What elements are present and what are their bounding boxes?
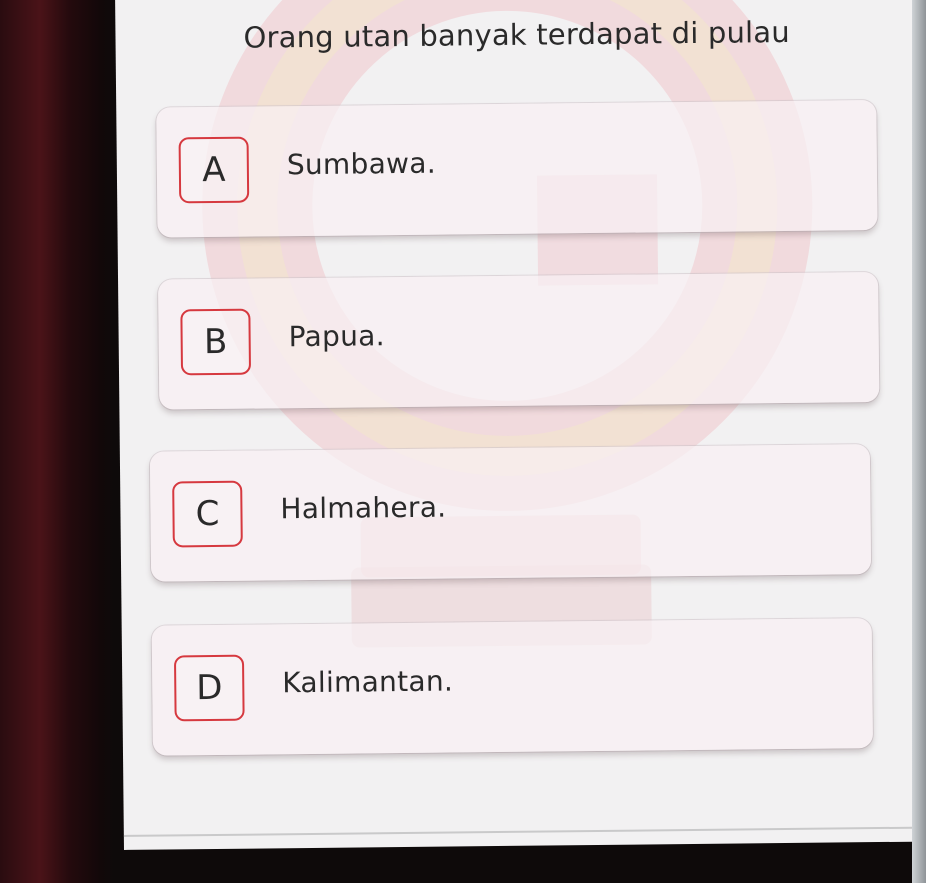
option-label: Sumbawa. <box>286 146 437 182</box>
device-bezel <box>912 0 926 883</box>
option-label: Halmahera. <box>280 490 447 526</box>
question-text: Orang utan banyak terdapat di pulau <box>243 14 791 55</box>
answer-option-a[interactable]: A Sumbawa. <box>156 100 878 238</box>
option-label: Papua. <box>288 319 385 354</box>
quiz-screen: Orang utan banyak terdapat di pulau A Su… <box>115 0 924 850</box>
answer-option-c[interactable]: C Halmahera. <box>149 444 872 582</box>
photo-frame: Orang utan banyak terdapat di pulau A Su… <box>0 0 926 883</box>
option-letter-badge: D <box>173 654 245 722</box>
option-letter-badge: B <box>180 308 252 376</box>
answer-option-d[interactable]: D Kalimantan. <box>151 618 873 756</box>
option-letter-badge: A <box>178 136 250 204</box>
option-label: Kalimantan. <box>282 664 454 700</box>
option-letter-badge: C <box>172 480 243 548</box>
answer-option-b[interactable]: B Papua. <box>158 272 880 410</box>
divider <box>123 826 924 837</box>
